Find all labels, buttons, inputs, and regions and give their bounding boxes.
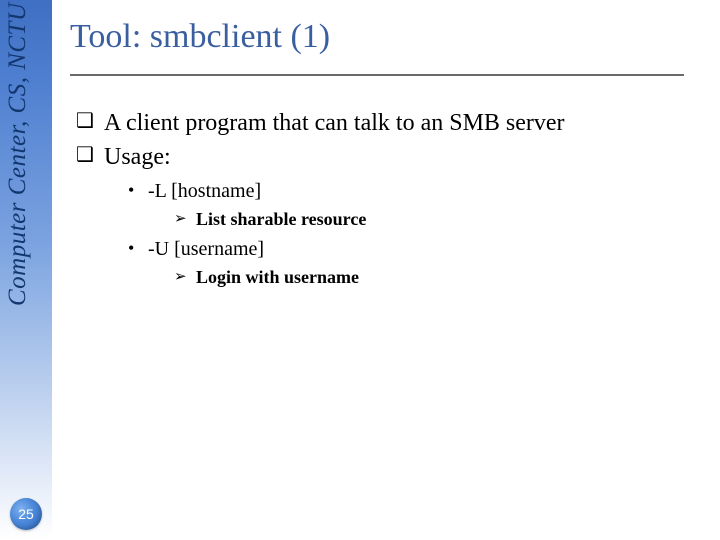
sidebar-label: Computer Center, CS, NCTU xyxy=(4,2,34,382)
body: A client program that can talk to an SMB… xyxy=(70,80,680,288)
bullet-text: A client program that can talk to an SMB… xyxy=(104,110,565,136)
content-area: Tool: smbclient (1) A client program tha… xyxy=(70,0,700,540)
bullet-text: Usage: xyxy=(104,144,171,170)
title-underline xyxy=(70,74,684,76)
bullet-text: List sharable resource xyxy=(196,209,366,229)
bullet-text: -U [username] xyxy=(148,238,264,260)
bullet-level1: A client program that can talk to an SMB… xyxy=(76,108,680,138)
page-number: 25 xyxy=(18,506,34,522)
bullet-text: -L [hostname] xyxy=(148,180,261,202)
bullet-level2: -U [username] xyxy=(124,238,680,261)
bullet-level1: Usage: xyxy=(76,142,680,172)
bullet-level3: Login with username xyxy=(174,267,680,288)
bullet-text: Login with username xyxy=(196,267,359,287)
slide: Computer Center, CS, NCTU 25 Tool: smbcl… xyxy=(0,0,720,540)
bullet-level3: List sharable resource xyxy=(174,209,680,230)
page-number-badge: 25 xyxy=(10,498,42,530)
bullet-level2: -L [hostname] xyxy=(124,180,680,203)
page-title: Tool: smbclient (1) xyxy=(70,18,330,55)
title-block: Tool: smbclient (1) xyxy=(70,0,700,80)
